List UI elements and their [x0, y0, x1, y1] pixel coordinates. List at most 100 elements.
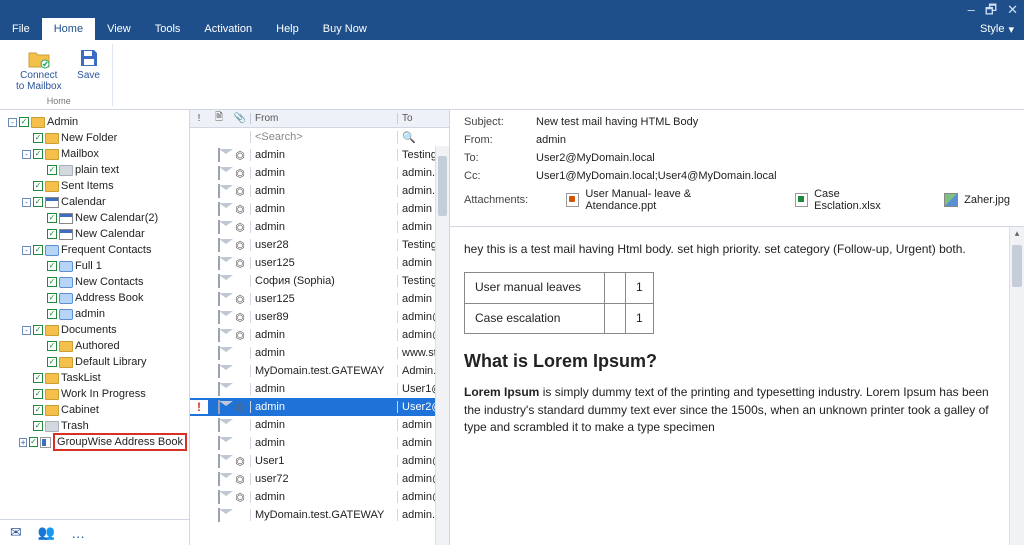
menu-item-tools[interactable]: Tools [143, 18, 193, 40]
scrollbar-thumb[interactable] [1012, 245, 1022, 287]
window-minimize-button[interactable]: – [968, 3, 975, 16]
tree-checkbox[interactable]: ✓ [47, 341, 57, 351]
tree-node[interactable]: +✓GroupWise Address Book [2, 434, 187, 450]
message-list-scrollbar[interactable] [435, 146, 449, 545]
message-row[interactable]: adminUser1@ [190, 380, 449, 398]
mail-view-button[interactable]: ✉ [10, 524, 22, 541]
tree-checkbox[interactable]: ✓ [33, 421, 43, 431]
tree-node[interactable]: ✓Address Book [2, 290, 187, 306]
tree-node[interactable]: ✓plain text [2, 162, 187, 178]
message-row[interactable]: ⏣user72admin@ [190, 470, 449, 488]
menu-item-file[interactable]: File [0, 18, 42, 40]
tree-checkbox[interactable]: ✓ [33, 245, 43, 255]
tree-expander[interactable]: + [19, 438, 27, 447]
col-type[interactable]: 🗎 [208, 110, 230, 127]
tree-checkbox[interactable]: ✓ [33, 149, 43, 159]
attachment-item[interactable]: Zaher.jpg [944, 188, 1010, 212]
message-row[interactable]: MyDomain.test.GATEWAYadmin.N [190, 506, 449, 524]
message-row[interactable]: ⏣user89admin@ [190, 308, 449, 326]
message-row[interactable]: adminadmin [190, 416, 449, 434]
message-row[interactable]: ⏣adminadmin.N [190, 164, 449, 182]
menu-item-view[interactable]: View [95, 18, 143, 40]
window-restore-button[interactable]: 🗗 [985, 3, 997, 16]
preview-scrollbar[interactable]: ▴ [1009, 227, 1024, 545]
tree-expander[interactable]: - [22, 198, 31, 207]
people-view-button[interactable]: 👥 [38, 524, 55, 541]
tree-node[interactable]: ✓Work In Progress [2, 386, 187, 402]
message-row[interactable]: adminadmin [190, 434, 449, 452]
tree-checkbox[interactable]: ✓ [47, 165, 57, 175]
col-from[interactable]: From [250, 113, 397, 124]
message-row[interactable]: ⏣User1admin@ [190, 452, 449, 470]
message-row[interactable]: MyDomain.test.GATEWAYAdmin.N [190, 362, 449, 380]
search-icon[interactable]: 🔍 [397, 131, 449, 144]
tree-node[interactable]: ✓New Calendar(2) [2, 210, 187, 226]
tree-node[interactable]: ✓New Calendar [2, 226, 187, 242]
message-row[interactable]: София (Sophia)Testing [190, 272, 449, 290]
scroll-up-arrow[interactable]: ▴ [1010, 227, 1024, 241]
style-dropdown[interactable]: Style ▾ [980, 18, 1024, 40]
attachment-item[interactable]: User Manual- leave & Atendance.ppt [566, 188, 755, 212]
tree-expander[interactable]: - [22, 150, 31, 159]
tree-checkbox[interactable]: ✓ [19, 117, 29, 127]
attachment-item[interactable]: Case Esclation.xlsx [795, 188, 904, 212]
tree-checkbox[interactable]: ✓ [47, 309, 57, 319]
tree-checkbox[interactable]: ✓ [33, 373, 43, 383]
tree-node[interactable]: ✓Sent Items [2, 178, 187, 194]
tree-checkbox[interactable]: ✓ [47, 261, 57, 271]
col-attachment[interactable]: 📎 [230, 113, 250, 124]
message-row[interactable]: ⏣user28Testing [190, 236, 449, 254]
search-input[interactable]: <Search> [250, 131, 397, 143]
message-list-header[interactable]: ! 🗎 📎 From To [190, 110, 449, 128]
menu-item-home[interactable]: Home [42, 18, 95, 40]
tree-node[interactable]: ✓New Folder [2, 130, 187, 146]
scrollbar-thumb[interactable] [438, 156, 447, 216]
message-row[interactable]: !⏣adminUser2@ [190, 398, 449, 416]
connect-to-mailbox-button[interactable]: Connect to Mailbox [12, 44, 66, 94]
tree-node[interactable]: -✓Mailbox [2, 146, 187, 162]
tree-node[interactable]: ✓New Contacts [2, 274, 187, 290]
tree-checkbox[interactable]: ✓ [47, 357, 57, 367]
tree-node[interactable]: -✓Admin [2, 114, 187, 130]
message-search-row[interactable]: <Search> 🔍 [190, 128, 449, 146]
save-button[interactable]: Save [72, 44, 106, 94]
col-priority[interactable]: ! [190, 113, 208, 124]
tree-checkbox[interactable]: ✓ [33, 389, 43, 399]
tree-expander[interactable]: - [8, 118, 17, 127]
tree-checkbox[interactable]: ✓ [47, 229, 57, 239]
message-row[interactable]: ⏣user125admin [190, 290, 449, 308]
tree-checkbox[interactable]: ✓ [33, 133, 43, 143]
menu-item-buy-now[interactable]: Buy Now [311, 18, 379, 40]
tree-checkbox[interactable]: ✓ [33, 197, 43, 207]
message-row[interactable]: ⏣adminadmin [190, 200, 449, 218]
tree-node[interactable]: ✓Authored [2, 338, 187, 354]
tree-checkbox[interactable]: ✓ [47, 277, 57, 287]
menu-item-help[interactable]: Help [264, 18, 311, 40]
tree-checkbox[interactable]: ✓ [33, 325, 43, 335]
message-row[interactable]: adminwww.ste [190, 344, 449, 362]
menu-item-activation[interactable]: Activation [192, 18, 264, 40]
message-row[interactable]: ⏣adminadmin [190, 218, 449, 236]
message-row[interactable]: ⏣adminadmin@ [190, 488, 449, 506]
message-row[interactable]: ⏣user125admin [190, 254, 449, 272]
tree-expander[interactable]: - [22, 246, 31, 255]
more-views-button[interactable]: … [71, 525, 85, 541]
tree-checkbox[interactable]: ✓ [33, 405, 43, 415]
window-close-button[interactable]: ✕ [1007, 3, 1018, 16]
col-to[interactable]: To [397, 113, 449, 124]
tree-expander[interactable]: - [22, 326, 31, 335]
tree-node[interactable]: ✓TaskList [2, 370, 187, 386]
tree-checkbox[interactable]: ✓ [29, 437, 38, 447]
tree-node[interactable]: ✓Full 1 [2, 258, 187, 274]
tree-node[interactable]: -✓Calendar [2, 194, 187, 210]
tree-node[interactable]: ✓Cabinet [2, 402, 187, 418]
message-row[interactable]: ⏣adminadmin.N [190, 182, 449, 200]
tree-checkbox[interactable]: ✓ [33, 181, 43, 191]
tree-node[interactable]: ✓Default Library [2, 354, 187, 370]
message-row[interactable]: ⏣adminadmin@ [190, 326, 449, 344]
tree-node[interactable]: ✓admin [2, 306, 187, 322]
tree-checkbox[interactable]: ✓ [47, 213, 57, 223]
tree-node[interactable]: ✓Trash [2, 418, 187, 434]
tree-node[interactable]: -✓Documents [2, 322, 187, 338]
message-row[interactable]: ⏣adminTesting [190, 146, 449, 164]
